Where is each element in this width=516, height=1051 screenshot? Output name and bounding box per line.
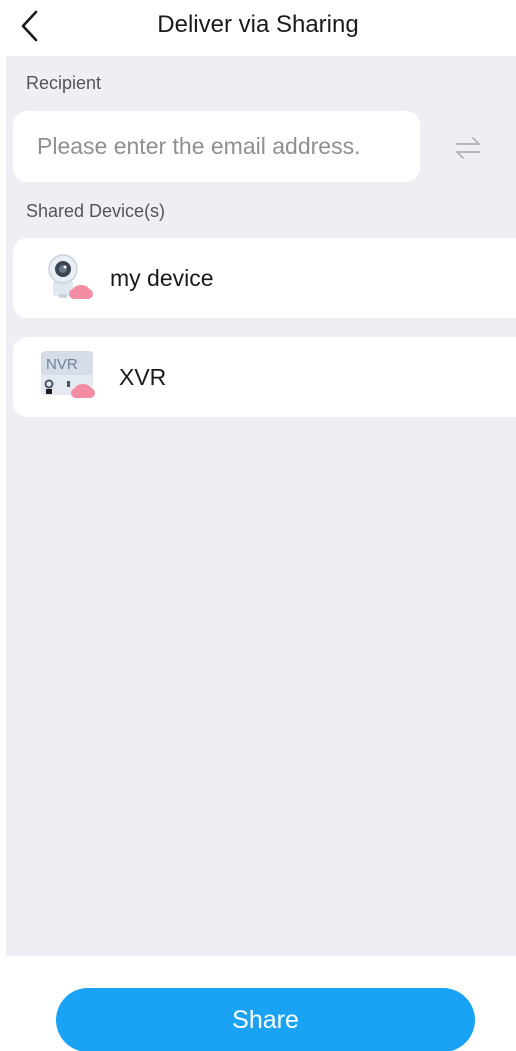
email-field[interactable]	[37, 133, 407, 160]
nvr-cloud-icon: NVR	[41, 351, 95, 398]
deliver-via-sharing-screen: Deliver via Sharing Recipient Shared Dev…	[0, 0, 516, 1051]
header-bar: Deliver via Sharing	[0, 0, 516, 56]
device-item-my-device[interactable]: my device	[13, 238, 516, 318]
share-button[interactable]: Share	[56, 988, 475, 1051]
swap-arrows-icon	[456, 137, 480, 159]
page-title: Deliver via Sharing	[157, 11, 359, 38]
swap-button[interactable]	[446, 128, 490, 168]
device-item-xvr[interactable]: NVR XVR	[13, 337, 516, 417]
device-name: XVR	[119, 364, 167, 390]
content-area: Recipient Shared Device(s)	[6, 56, 516, 956]
recipient-label: Recipient	[26, 73, 102, 93]
nvr-icon-text: NVR	[46, 356, 78, 373]
shared-devices-label: Shared Device(s)	[26, 201, 166, 221]
camera-cloud-icon	[48, 254, 93, 299]
email-field-container[interactable]	[13, 111, 420, 182]
device-name: my device	[110, 265, 214, 291]
